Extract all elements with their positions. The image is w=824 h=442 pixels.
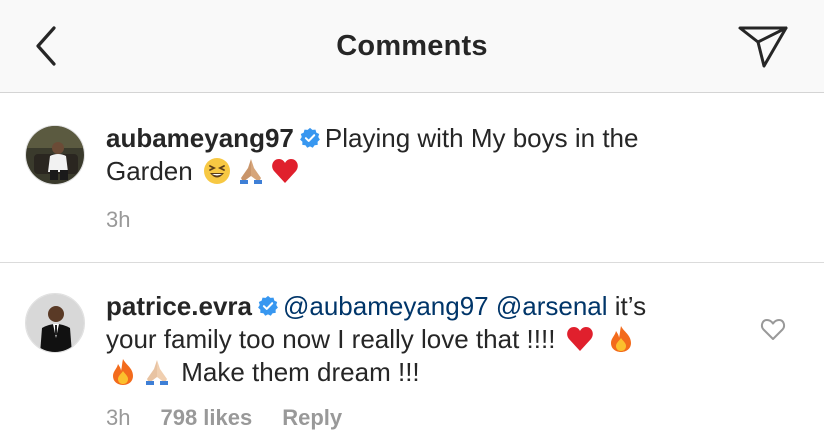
mention-link[interactable]: @aubameyang97 — [283, 291, 489, 321]
caption-body-line2: Garden — [106, 156, 193, 186]
comment-body-line3: Make them dream !!! — [174, 357, 420, 387]
paper-plane-icon — [738, 26, 788, 68]
folded-hands-emoji-icon — [239, 159, 262, 184]
comment-body-line2: your family too now I really love that !… — [106, 324, 563, 354]
mention-link[interactable]: @arsenal — [496, 291, 608, 321]
reply-button[interactable]: Reply — [282, 405, 342, 430]
red-heart-emoji-icon — [272, 159, 298, 183]
profile-photo-image — [26, 126, 84, 184]
comment-body-part1: it’s — [607, 291, 647, 321]
share-button[interactable] — [736, 24, 790, 70]
like-button[interactable] — [760, 316, 786, 342]
comment-text: patrice.evra @aubameyang97 @arsenal it’s… — [106, 290, 646, 389]
caption-meta: 3h — [106, 207, 160, 233]
heart-outline-icon — [760, 319, 786, 340]
caption-body-line1: Playing with My boys in the — [324, 123, 639, 153]
profile-photo-image — [26, 294, 84, 352]
fire-emoji-icon — [113, 359, 133, 385]
fire-emoji-icon — [610, 326, 631, 352]
comment-username[interactable]: patrice.evra — [106, 291, 252, 321]
avatar[interactable] — [25, 125, 85, 185]
caption-username[interactable]: aubameyang97 — [106, 123, 294, 153]
page-title: Comments — [336, 30, 488, 62]
verified-badge-icon — [299, 127, 320, 148]
avatar[interactable] — [25, 293, 85, 353]
caption-timestamp: 3h — [106, 207, 131, 232]
caption-text: aubameyang97 Playing with My boys in the… — [106, 122, 638, 188]
red-heart-emoji-icon — [566, 327, 593, 351]
comment-meta: 3h 798 likes Reply — [106, 405, 372, 431]
comment-timestamp: 3h — [106, 405, 131, 430]
grinning-squinting-emoji-icon — [203, 158, 230, 184]
header-bar: Comments — [0, 0, 824, 93]
verified-badge-icon — [258, 295, 278, 316]
likes-count[interactable]: 798 likes — [160, 405, 252, 430]
folded-hands-emoji-icon — [146, 360, 168, 385]
divider — [0, 262, 824, 263]
